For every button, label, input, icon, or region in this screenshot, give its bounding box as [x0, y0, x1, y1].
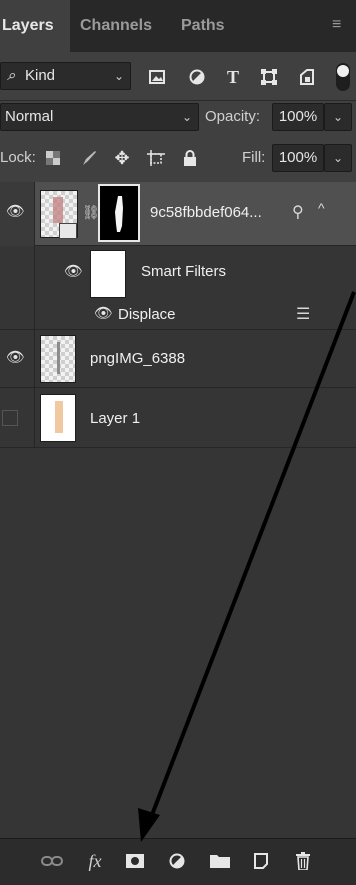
search-icon: ⌕: [7, 67, 16, 84]
chevron-down-icon: ⌄: [332, 110, 343, 124]
smart-filters-row[interactable]: 👁 Smart Filters: [0, 246, 356, 350]
layer-thumbnail: [40, 190, 78, 239]
visibility-cell[interactable]: 👁: [0, 330, 35, 387]
tab-paths[interactable]: Paths: [181, 0, 241, 52]
layer-name[interactable]: pngIMG_6388: [90, 350, 185, 367]
mask-icon[interactable]: [124, 849, 146, 873]
lock-artboard-icon[interactable]: [146, 148, 166, 168]
opacity-field[interactable]: 100%: [272, 103, 324, 131]
filter-kind-label: Kind: [25, 67, 56, 84]
smart-filters-label: Smart Filters: [141, 263, 227, 280]
smart-object-badge-icon: [59, 223, 77, 239]
folder-icon[interactable]: [208, 849, 232, 873]
layer-thumbnail: [40, 335, 76, 383]
new-layer-icon[interactable]: [250, 849, 272, 873]
blending-options-icon[interactable]: ☰: [296, 304, 310, 324]
layer-row-layer-1[interactable]: Layer 1: [0, 388, 356, 448]
lock-pixels-icon[interactable]: [80, 149, 98, 167]
fill-label: Fill:: [242, 149, 266, 166]
lock-all-icon[interactable]: [180, 148, 200, 168]
chevron-down-icon: ⌄: [332, 151, 343, 165]
divider: [0, 100, 356, 101]
panel-tabs: Layers Channels Paths ≡: [0, 0, 356, 52]
link-icon[interactable]: [40, 849, 64, 873]
eye-icon[interactable]: 👁: [6, 202, 25, 220]
chevron-down-icon: ⌄: [113, 69, 124, 83]
layer-mask-thumbnail[interactable]: [98, 184, 140, 242]
figure-thumbnail-shape: [57, 342, 60, 374]
layers-bottom-bar: fx: [0, 838, 356, 885]
blend-mode-value: Normal: [5, 108, 54, 125]
lock-label: Lock:: [0, 149, 36, 166]
lock-transparency-icon[interactable]: [44, 149, 62, 167]
eye-icon[interactable]: 👁: [6, 348, 25, 366]
figure-thumbnail-shape: [55, 401, 63, 433]
filter-kind-select[interactable]: ⌕ Kind ⌄: [0, 62, 131, 90]
layer-name[interactable]: 9c58fbbdef064...: [150, 204, 262, 221]
tab-layers[interactable]: Layers: [0, 0, 70, 52]
trash-icon[interactable]: [292, 849, 314, 873]
layer-thumbnail: [40, 394, 76, 442]
figure-thumbnail-shape: [53, 197, 63, 223]
opacity-dropdown-button[interactable]: ⌄: [324, 103, 352, 131]
opacity-label: Opacity:: [205, 108, 261, 125]
fill-value: 100%: [278, 149, 318, 166]
lock-position-icon[interactable]: ✥: [112, 148, 132, 168]
fill-dropdown-button[interactable]: ⌄: [324, 144, 352, 172]
layer-name[interactable]: Layer 1: [90, 410, 140, 427]
layer-row-pngimg[interactable]: 👁 pngIMG_6388: [0, 330, 356, 388]
adjustment-filter-icon[interactable]: [186, 66, 208, 88]
type-filter-icon[interactable]: T: [222, 66, 244, 88]
panel-menu-icon[interactable]: ≡: [332, 16, 350, 34]
filter-row-displace[interactable]: 👁 Displace ☰: [0, 300, 356, 330]
shape-filter-icon[interactable]: [258, 66, 280, 88]
tab-channels[interactable]: Channels: [80, 0, 166, 52]
fx-label: fx: [88, 850, 102, 871]
image-filter-icon[interactable]: [146, 66, 168, 88]
fx-icon[interactable]: fx: [82, 849, 108, 873]
layer-row-smart-object[interactable]: 👁 ⛓ 9c58fbbdef064... ⚲ ^: [0, 182, 356, 246]
smart-filter-mask-thumbnail[interactable]: [90, 250, 126, 298]
visibility-cell[interactable]: 👁: [0, 182, 35, 246]
layers-toolbar: ⌕ Kind ⌄ T Normal ⌄ Opacity: 100% ⌄ Lock…: [0, 52, 356, 196]
smart-object-indicator-icon: ⚲: [292, 204, 304, 221]
filter-name: Displace: [118, 306, 176, 323]
lock-row: Lock: ✥ Fill: 100% ⌄: [0, 144, 356, 184]
eye-icon[interactable]: 👁: [94, 304, 113, 322]
adjustment-icon[interactable]: [166, 849, 188, 873]
smart-object-filter-icon[interactable]: [296, 66, 318, 88]
blend-mode-select[interactable]: Normal ⌄: [0, 103, 199, 131]
blend-row: Normal ⌄ Opacity: 100% ⌄: [0, 102, 356, 142]
visibility-off-box[interactable]: [2, 410, 18, 426]
filter-toggle-icon[interactable]: [334, 62, 352, 92]
fill-field[interactable]: 100%: [272, 144, 324, 172]
layers-list: 👁 ⛓ 9c58fbbdef064... ⚲ ^ 👁 Smart Filters…: [0, 182, 356, 838]
visibility-cell[interactable]: [0, 388, 35, 447]
eye-icon[interactable]: 👁: [64, 262, 83, 280]
filter-row: ⌕ Kind ⌄ T: [0, 58, 356, 98]
chevron-down-icon: ⌄: [181, 110, 192, 124]
collapse-arrow-icon[interactable]: ^: [318, 200, 325, 216]
opacity-value: 100%: [278, 108, 318, 125]
